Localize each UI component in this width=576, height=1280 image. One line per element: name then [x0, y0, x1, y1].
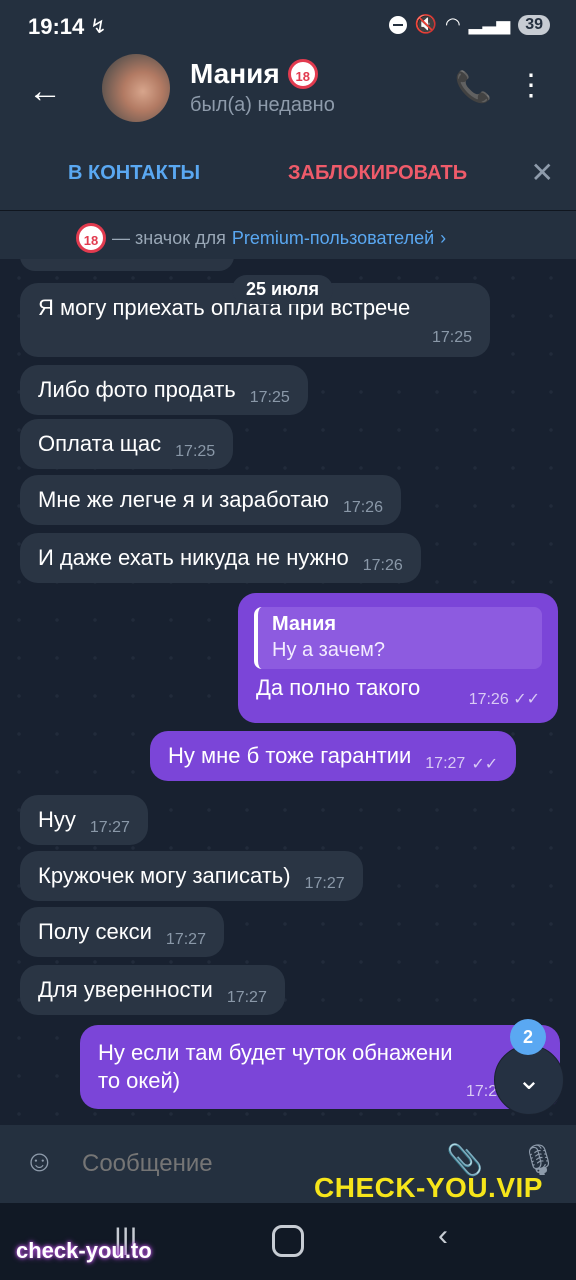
message-text: Либо фото продать: [38, 377, 236, 402]
premium-banner-content: 18 — значок для Premium-пользователей ›: [76, 223, 446, 253]
message-bubble[interactable]: Либо фото продать 17:25: [20, 365, 308, 415]
message-time: 17:26: [468, 691, 509, 708]
message-text: Оплата щас: [38, 431, 162, 456]
adult-badge-icon: 18: [76, 223, 106, 253]
contact-status: был(а) недавно: [190, 94, 335, 116]
reply-message-bubble[interactable]: Мания Ну а зачем? Да полно такого 17:26 …: [238, 593, 558, 723]
message-text: Мне же легче я и заработаю: [38, 487, 329, 512]
premium-banner[interactable]: 18 — значок для Premium-пользователей ›: [0, 211, 576, 259]
message-bubble[interactable]: Нуу 17:27: [20, 795, 148, 845]
scroll-down-button[interactable]: ⌄: [494, 1045, 564, 1115]
message-time: 17:25: [175, 443, 216, 460]
message-text-line: Ну если там будет чуток обнажени: [98, 1040, 453, 1065]
date-divider: 25 июля: [232, 275, 333, 304]
message-text-line: то окей): [98, 1068, 181, 1093]
message-time: 17:27: [89, 819, 130, 836]
avatar[interactable]: [102, 54, 170, 122]
message-time: 17:27: [165, 931, 206, 948]
do-not-disturb-icon: [388, 15, 407, 34]
block-button[interactable]: ЗАБЛОКИРОВАТЬ: [288, 162, 467, 185]
message-bubble[interactable]: И даже ехать никуда не нужно 17:26: [20, 533, 421, 583]
battery-level: 39: [518, 14, 550, 35]
mute-icon: 🔇: [414, 14, 437, 34]
close-icon[interactable]: ✕: [531, 156, 554, 189]
message-bubble[interactable]: Оплата щас 17:25: [20, 419, 234, 469]
watermark-top: CHECK-YOU.VIP: [314, 1172, 543, 1203]
message-text: Полу секси: [38, 919, 152, 944]
quoted-author: Мания: [272, 613, 337, 635]
chevron-down-icon: ⌄: [517, 1064, 541, 1095]
double-check-icon: ✓✓: [471, 756, 499, 773]
wifi-icon: ◠: [444, 14, 461, 34]
message-bubble[interactable]: Ну если там будет чуток обнажени то окей…: [80, 1025, 560, 1109]
home-icon[interactable]: [272, 1225, 304, 1257]
double-check-icon: ✓✓: [513, 691, 540, 708]
message-time: 17:2: [466, 1083, 498, 1100]
message-bubble[interactable]: Кружочек могу записать) 17:27: [20, 851, 363, 901]
message-bubble[interactable]: Для уверенности 17:27: [20, 965, 285, 1015]
message-time-read: 17:26 ✓✓: [469, 689, 540, 709]
message-text: И даже ехать никуда не нужно: [38, 545, 349, 570]
message-bubble[interactable]: Ну мне б тоже гарантии 17:27 ✓✓: [150, 731, 517, 781]
status-bar: 19:14 ↯ 🔇 ◠ ▂▃▅ 39: [0, 0, 576, 54]
message-text: Кружочек могу записать): [38, 863, 291, 888]
message-time: 17:25: [431, 329, 472, 346]
premium-link[interactable]: Premium-пользователей: [232, 228, 434, 249]
message-text: Да полно такого: [256, 675, 421, 700]
message-text: Ну если там будет чуток обнажени то окей…: [98, 1039, 453, 1095]
message-time: 17:26: [362, 557, 403, 574]
chat-header: ← Мания 18 был(а) недавно 📞 ⋮: [0, 54, 576, 142]
missed-call-icon: ↯: [90, 16, 107, 38]
signal-icon: ▂▃▅: [468, 14, 511, 34]
quoted-text: Ну а зачем?: [272, 639, 385, 661]
nav-back-icon[interactable]: ‹: [438, 1219, 448, 1253]
message-text: Для уверенности: [38, 977, 213, 1002]
chevron-right-icon: ›: [440, 227, 447, 248]
premium-banner-prefix: — значок для: [112, 227, 226, 248]
message-text: Нуу: [38, 807, 76, 832]
message-list[interactable]: Я могу приехать оплата при встрече 17:25…: [0, 259, 576, 1125]
message-text: Я могу приехать оплата при встрече: [38, 295, 411, 320]
message-time: 17:27: [226, 989, 267, 1006]
unread-count-badge: 2: [510, 1019, 546, 1055]
message-time: 17:27: [425, 755, 466, 772]
message-time: 17:25: [249, 389, 290, 406]
message-time: 17:26: [342, 499, 383, 516]
phone-call-icon[interactable]: 📞: [455, 70, 492, 105]
message-text: Ну мне б тоже гарантии: [168, 743, 412, 768]
status-time: 19:14: [28, 14, 85, 39]
status-icons: 🔇 ◠ ▂▃▅ 39: [388, 14, 550, 35]
watermark-bottom: check-you.to: [16, 1238, 152, 1263]
back-arrow-icon[interactable]: ←: [28, 72, 62, 111]
add-to-contacts-button[interactable]: В КОНТАКТЫ: [68, 162, 200, 185]
emoji-icon[interactable]: ☺: [24, 1145, 55, 1179]
message-time: 17:27: [304, 875, 345, 892]
quoted-message[interactable]: Мания Ну а зачем?: [254, 607, 542, 669]
more-options-icon[interactable]: ⋮: [516, 68, 546, 103]
message-bubble[interactable]: Полу секси 17:27: [20, 907, 224, 957]
contact-name: Мания: [190, 58, 280, 89]
contact-name-row[interactable]: Мания 18: [190, 58, 318, 90]
adult-badge-icon[interactable]: 18: [287, 59, 318, 89]
message-bubble-partial[interactable]: [20, 259, 234, 271]
action-bar: В КОНТАКТЫ ЗАБЛОКИРОВАТЬ ✕: [0, 142, 576, 211]
message-bubble[interactable]: Мне же легче я и заработаю 17:26: [20, 475, 401, 525]
